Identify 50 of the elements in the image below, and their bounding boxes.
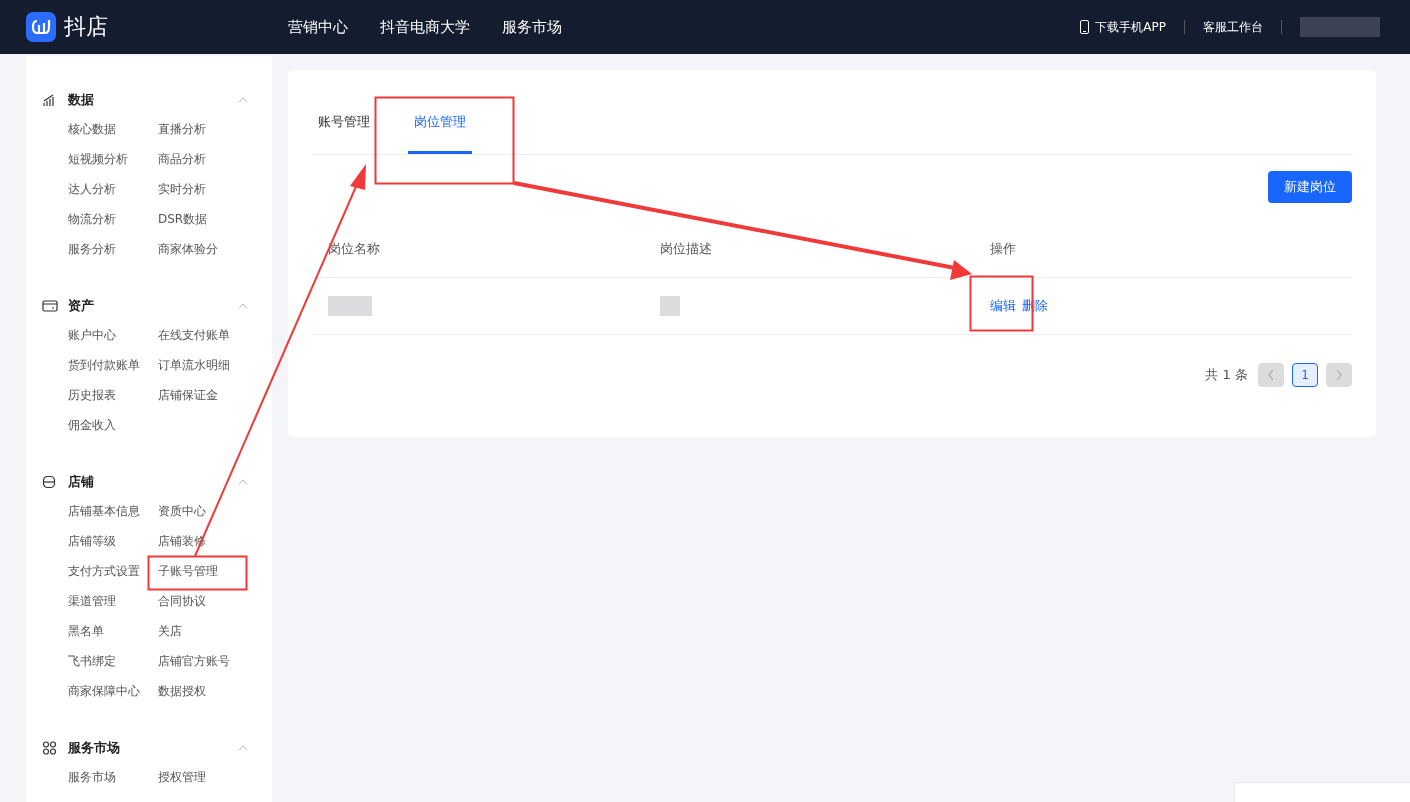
sidebar-item[interactable]: 合同协议 [158, 592, 258, 610]
section-title[interactable]: 资产 [68, 297, 94, 315]
action-link[interactable]: 编辑 [990, 297, 1016, 315]
sidebar-item[interactable]: 店铺等级 [68, 532, 158, 550]
nav-link[interactable]: 抖音电商大学 [380, 17, 470, 37]
sidebar-item[interactable]: 在线支付账单 [158, 326, 258, 344]
sidebar-item[interactable]: 货到付款账单 [68, 356, 158, 374]
nav-link[interactable]: 服务市场 [502, 17, 562, 37]
download-app-link[interactable]: 下载手机APP [1095, 18, 1166, 36]
column-header: 岗位描述 [660, 240, 713, 258]
sidebar-item[interactable]: 历史报表 [68, 386, 158, 404]
sidebar-item[interactable]: 达人分析 [68, 180, 158, 198]
total-count: 共 1 条 [1205, 366, 1248, 384]
section-title[interactable]: 数据 [68, 91, 94, 109]
section-title[interactable]: 服务市场 [68, 739, 120, 757]
service-desk-link[interactable]: 客服工作台 [1203, 18, 1263, 36]
sidebar-item[interactable]: 服务分析 [68, 240, 158, 258]
sidebar-item[interactable]: 店铺官方账号 [158, 652, 258, 670]
sidebar-item[interactable]: 店铺基本信息 [68, 502, 158, 520]
sidebar-item[interactable]: DSR数据 [158, 210, 258, 228]
sidebar-item[interactable]: 佣金收入 [68, 416, 158, 434]
logo-text: 抖店 [64, 13, 108, 41]
sidebar-item[interactable]: 短视频分析 [68, 150, 158, 168]
sidebar-item[interactable]: 子账号管理 [158, 562, 258, 580]
sidebar-item[interactable]: 账户中心 [68, 326, 158, 344]
sidebar-item[interactable]: 关店 [158, 622, 258, 640]
new-position-button[interactable]: 新建岗位 [1268, 171, 1352, 203]
sidebar-item[interactable]: 订单流水明细 [158, 356, 258, 374]
tab[interactable]: 账号管理 [312, 112, 376, 154]
sidebar-item[interactable]: 实时分析 [158, 180, 258, 198]
page-button[interactable]: 1 [1292, 363, 1318, 387]
sidebar-item[interactable]: 渠道管理 [68, 592, 158, 610]
sidebar-item[interactable]: 物流分析 [68, 210, 158, 228]
sidebar-item[interactable]: 服务市场 [68, 768, 158, 786]
sidebar-item[interactable]: 飞书绑定 [68, 652, 158, 670]
section-title[interactable]: 店铺 [68, 473, 94, 491]
sidebar-item[interactable]: 资质中心 [158, 502, 258, 520]
sidebar-item[interactable]: 核心数据 [68, 120, 158, 138]
nav-link[interactable]: 营销中心 [288, 17, 348, 37]
tab[interactable]: 岗位管理 [408, 112, 472, 154]
sidebar-item[interactable]: 商家体验分 [158, 240, 258, 258]
sidebar-item[interactable]: 商品分析 [158, 150, 258, 168]
sidebar-item[interactable]: 店铺保证金 [158, 386, 258, 404]
sidebar-item[interactable]: 授权管理 [158, 768, 258, 786]
sidebar-item[interactable]: 黑名单 [68, 622, 158, 640]
sidebar-item[interactable]: 商家保障中心 [68, 682, 158, 700]
sidebar-item[interactable]: 直播分析 [158, 120, 258, 138]
column-header: 操作 [990, 240, 1017, 258]
sidebar-item[interactable]: 数据授权 [158, 682, 258, 700]
sidebar-item[interactable]: 支付方式设置 [68, 562, 158, 580]
